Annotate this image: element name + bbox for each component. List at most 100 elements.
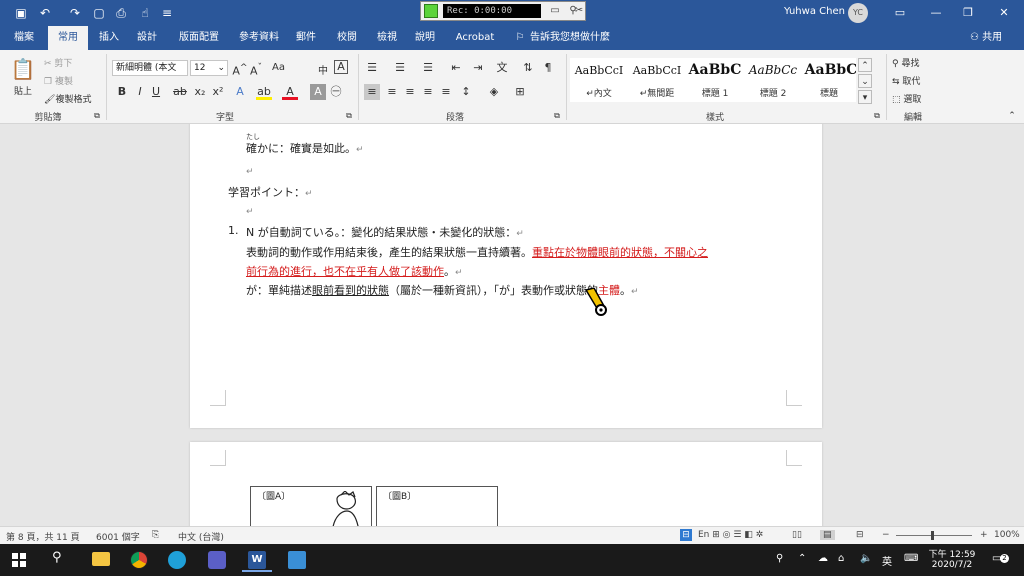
grow-font-icon[interactable]: A^ <box>232 60 248 78</box>
minimize-icon[interactable]: — <box>926 4 946 22</box>
superscript-icon[interactable]: x² <box>210 84 226 100</box>
numbering-icon[interactable]: ☰ <box>392 60 408 76</box>
select-button[interactable]: ⬚ 選取 <box>892 92 921 105</box>
file-explorer-icon[interactable] <box>86 548 116 572</box>
document-line[interactable]: ↵ <box>246 164 254 177</box>
copy-button[interactable]: ❐ 複製 <box>44 74 73 87</box>
avatar[interactable]: YC <box>848 3 868 23</box>
keyboard-icon[interactable]: ⌨ <box>904 553 918 564</box>
document-line[interactable]: 前行為的進行，也不在乎有人做了該動作。↵ <box>246 263 463 279</box>
onedrive-icon[interactable]: ☁ <box>818 553 828 564</box>
people-icon[interactable]: ⚲ <box>776 553 783 564</box>
restore-icon[interactable]: ❐ <box>958 4 978 22</box>
user-name[interactable]: Yuhwa Chen <box>784 6 845 17</box>
character-border-icon[interactable]: A <box>334 60 348 74</box>
zoom-in-icon[interactable]: + <box>980 530 988 540</box>
search-icon[interactable]: ⚲ <box>52 550 62 565</box>
style-normal[interactable]: AaBbCcI ↵內文 <box>570 58 628 102</box>
teams-icon[interactable] <box>202 548 232 572</box>
document-line[interactable]: が：單純描述眼前看到的狀態（屬於一種新資訊），「が」表動作或狀態的主體。↵ <box>246 282 639 298</box>
ime-mode-icon[interactable]: ⊟ <box>680 529 692 541</box>
find-button[interactable]: ⚲ 尋找 <box>892 56 919 69</box>
borders-icon[interactable]: ⊞ <box>512 84 528 100</box>
shrink-font-icon[interactable]: Aˇ <box>248 60 264 78</box>
line-spacing-icon[interactable]: ↕ <box>458 84 474 100</box>
justify-icon[interactable]: ≡ <box>420 84 436 100</box>
phonetic-guide-button[interactable]: 中 <box>318 62 328 77</box>
chinese-layout-icon[interactable]: 文 <box>494 60 510 76</box>
tab-mailings[interactable]: 郵件 <box>290 26 322 50</box>
tab-home[interactable]: 常用 <box>48 26 88 50</box>
redo-icon[interactable]: ↷ <box>66 4 84 22</box>
align-center-icon[interactable]: ≡ <box>384 84 400 100</box>
proofing-icon[interactable]: ⎘ <box>152 530 159 540</box>
tab-insert[interactable]: 插入 <box>92 26 126 50</box>
recorder-note-icon[interactable]: ▭ <box>547 4 563 18</box>
ime-toolbar-icons[interactable]: En ⊞ ◎ ☰ ◧ ✲ <box>698 530 763 540</box>
edge-icon[interactable] <box>162 548 192 572</box>
undo-icon[interactable]: ↶ <box>36 4 54 22</box>
print-preview-icon[interactable]: ⎙ <box>112 4 130 22</box>
increase-indent-icon[interactable]: ⇥ <box>470 60 486 76</box>
tab-layout[interactable]: 版面配置 <box>170 26 228 50</box>
touch-mode-icon[interactable]: ☝ <box>136 4 154 22</box>
styles-more-icon[interactable]: ▾ <box>858 90 872 104</box>
multilevel-list-icon[interactable]: ☰ <box>420 60 436 76</box>
chrome-icon[interactable] <box>124 548 154 572</box>
document-line[interactable]: 表動詞的動作或作用結束後，產生的結果狀態一直持續著。重點在於物體眼前的狀態，不關… <box>246 244 708 260</box>
decrease-indent-icon[interactable]: ⇤ <box>448 60 464 76</box>
tab-view[interactable]: 檢視 <box>370 26 404 50</box>
ribbon-display-options-icon[interactable]: ▭ <box>890 4 910 22</box>
show-hidden-icons[interactable]: ⌃ <box>798 553 806 564</box>
style-heading-1[interactable]: AaBbC 標題 1 <box>686 58 744 102</box>
document-line[interactable]: ↵ <box>246 204 254 217</box>
bullets-icon[interactable]: ☰ <box>364 60 380 76</box>
figure-a[interactable]: 〔圖A〕 <box>250 486 372 526</box>
ime-indicator[interactable]: 英 <box>882 553 892 568</box>
windows-start-icon[interactable] <box>12 553 26 567</box>
style-title[interactable]: AaBbC 標題 <box>802 58 856 102</box>
print-layout-icon[interactable]: ▤ <box>820 530 835 540</box>
volume-icon[interactable]: 🔈 <box>860 553 872 564</box>
tab-design[interactable]: 設計 <box>130 26 164 50</box>
language-indicator[interactable]: 中文 (台灣) <box>178 530 224 543</box>
clipboard-dialog-launcher-icon[interactable]: ⧉ <box>92 108 102 124</box>
strikethrough-icon[interactable]: ab <box>172 84 188 100</box>
collapse-ribbon-icon[interactable]: ⌃ <box>1006 108 1018 124</box>
highlight-icon[interactable]: ab <box>256 84 272 100</box>
replace-button[interactable]: ⇆ 取代 <box>892 74 920 87</box>
align-right-icon[interactable]: ≡ <box>402 84 418 100</box>
paste-icon[interactable]: 📋 <box>10 56 36 82</box>
bold-icon[interactable]: B <box>114 84 130 100</box>
record-indicator-icon[interactable] <box>424 4 438 18</box>
close-icon[interactable]: ✕ <box>994 4 1014 22</box>
enclose-characters-icon[interactable]: ㊀ <box>328 84 344 100</box>
font-name-combo[interactable]: 新細明體 (本文 <box>112 60 188 76</box>
tab-references[interactable]: 參考資料 <box>232 26 286 50</box>
tab-acrobat[interactable]: Acrobat <box>450 26 500 50</box>
font-size-combo[interactable]: 12 ⌄ <box>190 60 228 76</box>
underline-icon[interactable]: U <box>148 84 164 100</box>
align-left-icon[interactable]: ≡ <box>364 84 380 100</box>
photos-icon[interactable] <box>282 548 312 572</box>
subscript-icon[interactable]: x₂ <box>192 84 208 100</box>
cut-button[interactable]: ✂ 剪下 <box>44 56 72 69</box>
paragraph-dialog-launcher-icon[interactable]: ⧉ <box>552 108 562 124</box>
font-color-icon[interactable]: A <box>282 84 298 100</box>
change-case-button[interactable]: Aa <box>272 62 285 73</box>
document-line[interactable]: N が自動詞ている。：變化的結果狀態・未變化的狀態：↵ <box>246 224 524 240</box>
shading-icon[interactable]: ◈ <box>486 84 502 100</box>
character-shading-icon[interactable]: A <box>310 84 326 100</box>
style-no-spacing[interactable]: AaBbCcI ↵無間距 <box>628 58 686 102</box>
word-icon[interactable]: W <box>242 548 272 572</box>
format-painter-button[interactable]: 🖌複製格式 <box>44 92 91 105</box>
zoom-out-icon[interactable]: − <box>882 530 890 540</box>
recorder-cut-icon[interactable]: ✂ <box>571 4 587 18</box>
word-count[interactable]: 6001 個字 <box>96 530 140 543</box>
zoom-slider-thumb[interactable] <box>931 531 934 540</box>
show-marks-icon[interactable]: ¶ <box>540 60 556 76</box>
font-dialog-launcher-icon[interactable]: ⧉ <box>344 108 354 124</box>
web-layout-icon[interactable]: ⊟ <box>856 530 864 540</box>
document-area[interactable]: たし 確かに：確實是如此。↵ ↵ 学習ポイント：↵ ↵ 1. N が自動詞ている… <box>0 124 1024 526</box>
sort-icon[interactable]: ⇅ <box>520 60 536 76</box>
